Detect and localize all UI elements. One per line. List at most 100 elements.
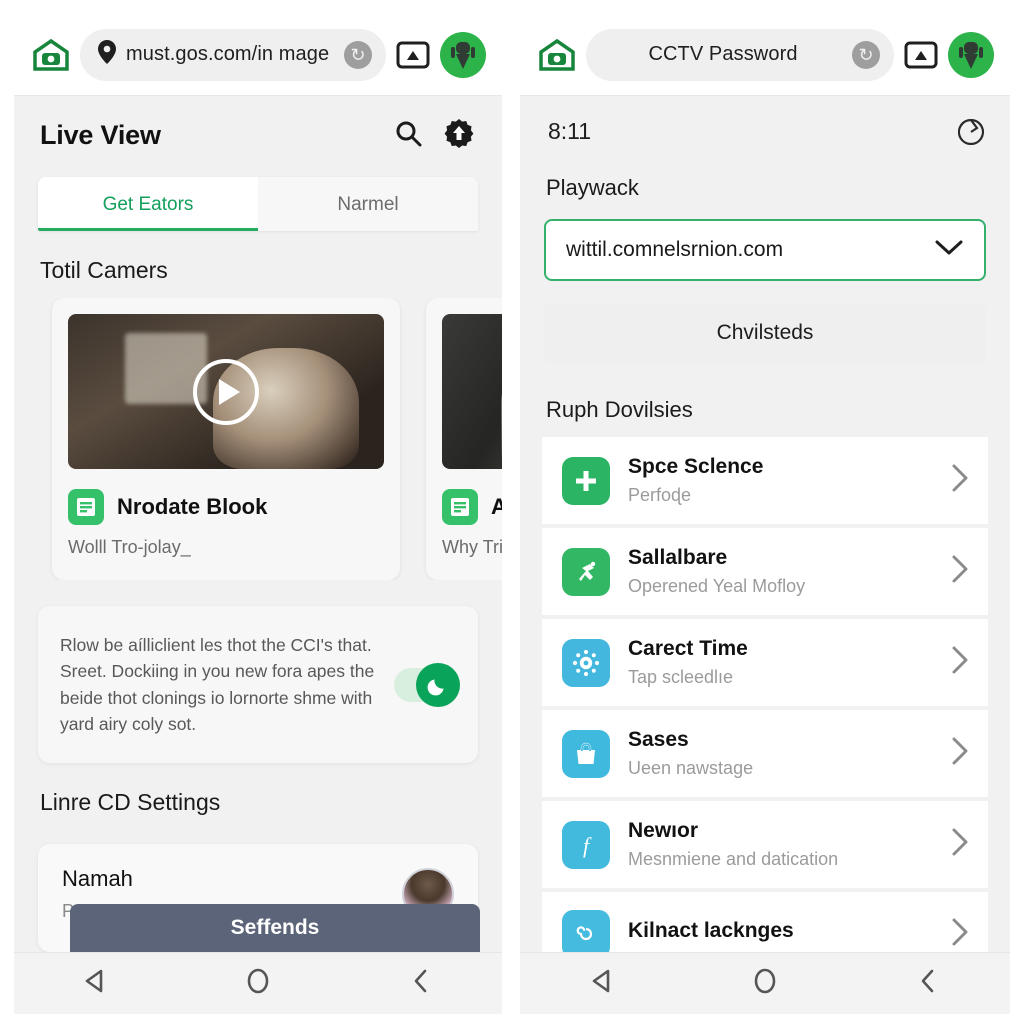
play-icon[interactable] bbox=[193, 358, 259, 425]
left-url-text: must.gos.com/in mage bbox=[126, 43, 330, 65]
svg-text:f: f bbox=[583, 833, 592, 858]
list-item-subtitle: Operened Yeal Mofloy bbox=[628, 576, 806, 596]
left-app-body: Live View Get Eators Narmel Totil Camers… bbox=[14, 96, 502, 952]
section-title-cameras: Totil Camers bbox=[40, 257, 168, 283]
list-item[interactable]: Sallalbare Operened Yeal Mofloy bbox=[542, 528, 988, 619]
left-android-navbar bbox=[14, 952, 502, 1014]
list-item-subtitle: Ueen nawstage bbox=[628, 758, 754, 778]
cast-icon[interactable] bbox=[904, 40, 938, 70]
list-item-title: Sallalbare bbox=[628, 546, 728, 569]
list-item-text: Newıor Mesnmiene and datication bbox=[628, 819, 932, 870]
circle-home-icon[interactable] bbox=[244, 967, 272, 1000]
settings-list: Spce Sclence Perfoɖe Sallalbare Operened… bbox=[542, 437, 988, 952]
server-select[interactable]: wittil.comnelsrnion.com bbox=[544, 219, 986, 281]
runner-icon bbox=[562, 547, 610, 596]
triangle-back-icon[interactable] bbox=[588, 967, 616, 1000]
status-row: 8:11 bbox=[520, 96, 1010, 145]
plus-icon bbox=[562, 456, 610, 505]
right-app-body: 8:11 Playwack wittil.comnelsrnion.com Ch… bbox=[520, 96, 1010, 952]
list-item[interactable]: f Newıor Mesnmiene and datication bbox=[542, 801, 988, 892]
location-pin-icon bbox=[98, 40, 116, 69]
camera-card-title: Alr bbox=[491, 494, 502, 519]
list-item[interactable]: Spce Sclence Perfoɖe bbox=[542, 437, 988, 528]
f-script-icon: f bbox=[562, 820, 610, 869]
camera-thumbnail[interactable] bbox=[442, 314, 502, 469]
right-url-text: CCTV Password bbox=[648, 43, 798, 65]
list-item[interactable]: Kilnact lacknges bbox=[542, 892, 988, 952]
home-camera-icon[interactable] bbox=[32, 38, 70, 72]
tab-label: Get Eators bbox=[102, 194, 194, 215]
profile-name: Namah bbox=[62, 866, 133, 891]
tab-narmel[interactable]: Narmel bbox=[258, 177, 478, 231]
list-item-title: Newıor bbox=[628, 819, 699, 842]
playback-label: Playwack bbox=[546, 175, 639, 200]
reload-icon[interactable]: ↻ bbox=[852, 40, 880, 69]
left-omnibox[interactable]: must.gos.com/in mage ↻ bbox=[80, 28, 386, 81]
night-mode-toggle[interactable] bbox=[394, 662, 460, 707]
right-phone: CCTV Password ↻ 8:11 Playwack wittil.com… bbox=[520, 14, 1010, 1014]
bag-icon bbox=[562, 729, 610, 778]
triangle-back-icon[interactable] bbox=[81, 967, 109, 1000]
right-omnibox[interactable]: CCTV Password ↻ bbox=[586, 28, 894, 81]
list-item-subtitle: Tap scleedlıe bbox=[628, 667, 734, 687]
reload-icon[interactable]: ↻ bbox=[344, 40, 372, 69]
section-title-settings: Linre CD Settings bbox=[40, 789, 221, 815]
dual-phone-screenshot: must.gos.com/in mage ↻ Live View Get Eat… bbox=[0, 0, 1024, 1024]
list-item-subtitle: Mesnmiene and datication bbox=[628, 849, 839, 869]
chevron-right-icon[interactable] bbox=[950, 736, 970, 771]
list-item-text: Kilnact lacknges bbox=[628, 919, 932, 949]
thumbnail-subject bbox=[500, 360, 502, 469]
note-card: Rlow be aílliclient les thot the CCI's t… bbox=[38, 606, 478, 763]
camera-card[interactable]: Alr Why Tris bbox=[426, 298, 502, 580]
page-title: Live View bbox=[40, 120, 161, 150]
camera-card-heading: Nrodate Blook bbox=[68, 489, 384, 525]
list-item-title: Sases bbox=[628, 728, 689, 751]
chevron-right-icon[interactable] bbox=[950, 554, 970, 589]
seffends-button[interactable]: Seffends bbox=[70, 904, 480, 952]
chevron-right-icon[interactable] bbox=[950, 645, 970, 680]
clock: 8:11 bbox=[548, 118, 592, 144]
tab-get-eators[interactable]: Get Eators bbox=[38, 177, 258, 231]
left-phone: must.gos.com/in mage ↻ Live View Get Eat… bbox=[14, 14, 502, 1014]
cloud-upload-icon[interactable] bbox=[444, 118, 474, 153]
android-avatar-icon[interactable] bbox=[440, 31, 486, 78]
home-camera-icon[interactable] bbox=[538, 38, 576, 72]
android-avatar-icon[interactable] bbox=[948, 31, 994, 78]
chvilsteds-button-label: Chvilsteds bbox=[716, 321, 814, 344]
circle-home-icon[interactable] bbox=[751, 967, 779, 1000]
seffends-button-label: Seffends bbox=[230, 916, 320, 939]
camera-card-heading: Alr bbox=[442, 489, 502, 525]
document-list-icon bbox=[68, 489, 104, 525]
chevron-right-icon[interactable] bbox=[950, 827, 970, 862]
gear-sun-icon bbox=[562, 638, 610, 687]
list-item-text: Sases Ueen nawstage bbox=[628, 728, 932, 779]
camera-cards-carousel[interactable]: Nrodate Blook Wolll Tro-jolay_ A Why Tri bbox=[14, 298, 502, 580]
camera-card-title: Nrodate Blook bbox=[117, 494, 268, 519]
list-item-title: Spce Sclence bbox=[628, 455, 764, 478]
list-item[interactable]: Sases Ueen nawstage bbox=[542, 710, 988, 801]
camera-thumbnail[interactable] bbox=[68, 314, 384, 469]
header-actions bbox=[394, 118, 474, 153]
camera-card-subtitle: Why Tris bbox=[442, 537, 502, 557]
view-tabs: Get Eators Narmel bbox=[38, 177, 478, 231]
chevron-right-icon[interactable] bbox=[950, 463, 970, 498]
moon-icon bbox=[416, 662, 460, 707]
list-item-subtitle: Perfoɖe bbox=[628, 485, 692, 505]
camera-card[interactable]: Nrodate Blook Wolll Tro-jolay_ bbox=[52, 298, 400, 580]
live-view-header: Live View bbox=[14, 96, 502, 159]
chvilsteds-button[interactable]: Chvilsteds bbox=[544, 303, 986, 363]
search-icon[interactable] bbox=[394, 119, 422, 152]
list-section-title: Ruph Dovilsies bbox=[546, 397, 693, 422]
list-item-text: Carect Time Tap scleedlıe bbox=[628, 637, 932, 688]
list-item-title: Carect Time bbox=[628, 637, 748, 660]
tab-label: Narmel bbox=[337, 194, 399, 215]
cast-icon[interactable] bbox=[396, 40, 430, 70]
spiral-icon bbox=[562, 910, 610, 952]
left-browser-chrome: must.gos.com/in mage ↻ bbox=[14, 14, 502, 96]
chevron-back-icon[interactable] bbox=[407, 967, 435, 1000]
chevron-back-icon[interactable] bbox=[914, 967, 942, 1000]
chevron-right-icon[interactable] bbox=[950, 917, 970, 952]
list-item[interactable]: Carect Time Tap scleedlıe bbox=[542, 619, 988, 710]
chevron-down-icon[interactable] bbox=[934, 238, 964, 263]
camera-card-subtitle: Wolll Tro-jolay_ bbox=[68, 537, 191, 557]
